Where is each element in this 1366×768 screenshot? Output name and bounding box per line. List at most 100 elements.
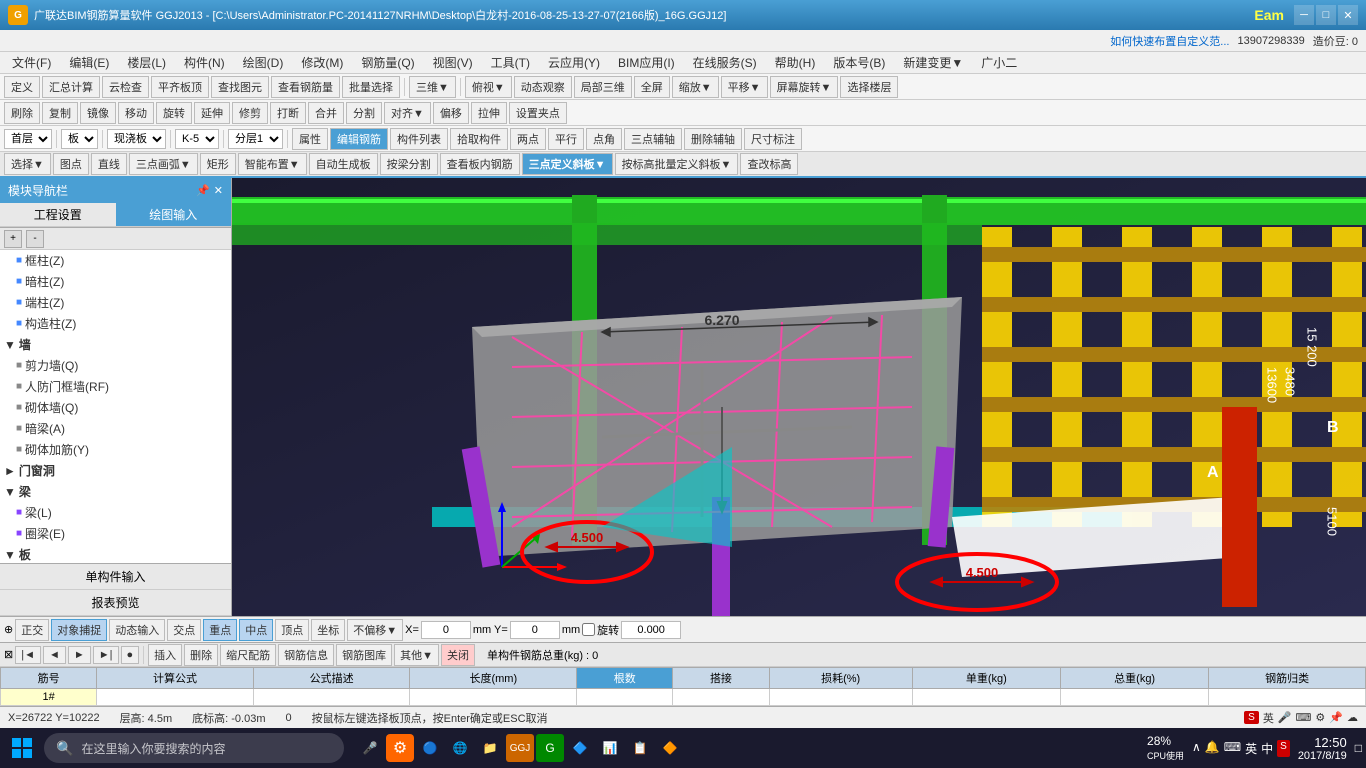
toolbar4-btn-10[interactable]: 按标高批量定义斜板▼ — [615, 153, 739, 175]
taskbar-edge[interactable]: 🌐 — [446, 734, 474, 762]
snap-btn-5[interactable]: 中点 — [239, 619, 273, 641]
taskbar-app5[interactable]: 📋 — [626, 734, 654, 762]
menu-item-工具t[interactable]: 工具(T) — [483, 52, 538, 73]
taskbar-app1[interactable]: ⚙ — [386, 734, 414, 762]
toolbar3-select-1[interactable]: 板 — [61, 129, 98, 149]
panel-pin[interactable]: 📌 — [196, 184, 210, 197]
toolbar3-select-2[interactable]: 现浇板 — [107, 129, 166, 149]
maximize-button[interactable]: □ — [1316, 5, 1336, 25]
toolbar3-btn-5[interactable]: 平行 — [548, 128, 584, 150]
toolbar2-btn-10[interactable]: 对齐▼ — [384, 102, 431, 124]
engineering-setup-button[interactable]: 工程设置 — [0, 203, 116, 227]
rebar-action-5[interactable]: 其他▼ — [394, 644, 439, 666]
rebar-action-4[interactable]: 钢筋图库 — [336, 644, 392, 666]
toolbar3-btn-7[interactable]: 三点辅轴 — [624, 128, 682, 150]
report-preview-button[interactable]: 报表预览 — [0, 590, 231, 616]
rebar-action-3[interactable]: 钢筋信息 — [278, 644, 334, 666]
toolbar1-btn-12[interactable]: 缩放▼ — [672, 76, 719, 98]
tree-item-11[interactable]: ▼梁 — [0, 481, 231, 502]
toolbar4-btn-5[interactable]: 智能布置▼ — [238, 153, 307, 175]
rotate-input[interactable] — [621, 621, 681, 639]
taskbar-search[interactable]: 🔍 在这里输入你要搜索的内容 — [44, 733, 344, 763]
rebar-row-0[interactable]: 1# — [1, 689, 1366, 706]
toolbar4-btn-9[interactable]: 三点定义斜板▼ — [522, 153, 613, 175]
toolbar4-btn-4[interactable]: 矩形 — [200, 153, 236, 175]
menu-item-编辑e[interactable]: 编辑(E) — [61, 52, 117, 73]
rebar-action-0[interactable]: 插入 — [148, 644, 182, 666]
toolbar1-btn-6[interactable]: 批量选择 — [342, 76, 400, 98]
taskbar-mic[interactable]: 🎤 — [356, 734, 384, 762]
toolbar1-btn-1[interactable]: 汇总计算 — [42, 76, 100, 98]
notification-center[interactable]: □ — [1355, 741, 1362, 755]
toolbar2-btn-8[interactable]: 合并 — [308, 102, 344, 124]
toolbar4-btn-2[interactable]: 直线 — [91, 153, 127, 175]
menu-item-构件n[interactable]: 构件(N) — [176, 52, 233, 73]
tree-item-3[interactable]: ■构造柱(Z) — [0, 313, 231, 334]
toolbar3-select-0[interactable]: 首层 — [4, 129, 52, 149]
snap-btn-0[interactable]: 正交 — [15, 619, 49, 641]
toolbar2-btn-4[interactable]: 旋转 — [156, 102, 192, 124]
tree-item-0[interactable]: ■框柱(Z) — [0, 250, 231, 271]
toolbar3-btn-2[interactable]: 构件列表 — [390, 128, 448, 150]
toolbar1-btn-5[interactable]: 查看钢筋量 — [271, 76, 340, 98]
menu-item-bim应用i[interactable]: BIM应用(I) — [610, 52, 683, 73]
toolbar1-btn-7[interactable]: 三维▼ — [409, 76, 456, 98]
toolbar3-btn-8[interactable]: 删除辅轴 — [684, 128, 742, 150]
rebar-action-6[interactable]: 关闭 — [441, 644, 475, 666]
snap-btn-6[interactable]: 顶点 — [275, 619, 309, 641]
taskbar-app6[interactable]: 🔶 — [656, 734, 684, 762]
rebar-action-2[interactable]: 缩尺配筋 — [220, 644, 276, 666]
toolbar2-btn-13[interactable]: 设置夹点 — [509, 102, 567, 124]
toolbar1-btn-0[interactable]: 定义 — [4, 76, 40, 98]
menu-item-版本号b[interactable]: 版本号(B) — [825, 52, 893, 73]
rebar-cell-0-5[interactable] — [673, 689, 769, 706]
toolbar2-btn-9[interactable]: 分割 — [346, 102, 382, 124]
toolbar4-btn-8[interactable]: 查看板内钢筋 — [440, 153, 520, 175]
toolbar1-btn-14[interactable]: 屏幕旋转▼ — [770, 76, 839, 98]
toolbar4-btn-11[interactable]: 查改标高 — [740, 153, 798, 175]
rebar-nav-2[interactable]: ► — [68, 646, 91, 664]
toolbar1-btn-10[interactable]: 局部三维 — [574, 76, 632, 98]
snap-btn-7[interactable]: 坐标 — [311, 619, 345, 641]
rebar-cell-0-7[interactable] — [912, 689, 1060, 706]
toolbar1-btn-8[interactable]: 俯视▼ — [465, 76, 512, 98]
toolbar2-btn-11[interactable]: 偏移 — [433, 102, 469, 124]
toolbar1-btn-11[interactable]: 全屏 — [634, 76, 670, 98]
rebar-cell-0-9[interactable] — [1209, 689, 1366, 706]
taskbar-app3[interactable]: 🔷 — [566, 734, 594, 762]
tree-item-4[interactable]: ▼墙 — [0, 334, 231, 355]
tree-item-9[interactable]: ■砌体加筋(Y) — [0, 439, 231, 460]
toolbar2-btn-12[interactable]: 拉伸 — [471, 102, 507, 124]
rebar-cell-0-8[interactable] — [1061, 689, 1209, 706]
toolbar1-btn-3[interactable]: 平齐板顶 — [151, 76, 209, 98]
toolbar4-btn-3[interactable]: 三点画弧▼ — [129, 153, 198, 175]
tree-item-8[interactable]: ■暗梁(A) — [0, 418, 231, 439]
toolbar2-btn-2[interactable]: 镜像 — [80, 102, 116, 124]
snap-btn-1[interactable]: 对象捕捉 — [51, 619, 107, 641]
rebar-cell-0-6[interactable] — [769, 689, 912, 706]
rebar-cell-0-3[interactable] — [410, 689, 577, 706]
single-element-input-button[interactable]: 单构件输入 — [0, 564, 231, 590]
toolbar1-btn-4[interactable]: 查找图元 — [211, 76, 269, 98]
rebar-nav-0[interactable]: |◄ — [15, 646, 41, 664]
toolbar3-btn-0[interactable]: 属性 — [292, 128, 328, 150]
toolbar1-btn-15[interactable]: 选择楼层 — [840, 76, 898, 98]
remove-button[interactable]: - — [26, 230, 44, 248]
toolbar3-btn-9[interactable]: 尺寸标注 — [744, 128, 802, 150]
taskbar-app2[interactable]: 🔵 — [416, 734, 444, 762]
tree-item-1[interactable]: ■暗柱(Z) — [0, 271, 231, 292]
toolbar1-btn-2[interactable]: 云检查 — [102, 76, 149, 98]
x-input[interactable] — [421, 621, 471, 639]
tree-item-5[interactable]: ■剪力墙(Q) — [0, 355, 231, 376]
rebar-cell-0-4[interactable] — [577, 689, 673, 706]
drawing-input-button[interactable]: 绘图输入 — [116, 203, 232, 227]
rebar-table-container[interactable]: 筋号计算公式公式描述长度(mm)根数搭接损耗(%)单重(kg)总重(kg)钢筋归… — [0, 667, 1366, 706]
toolbar2-btn-6[interactable]: 修剪 — [232, 102, 268, 124]
snap-btn-8[interactable]: 不偏移▼ — [347, 619, 403, 641]
toolbar2-btn-0[interactable]: 刷除 — [4, 102, 40, 124]
menu-item-文件f[interactable]: 文件(F) — [4, 52, 59, 73]
taskbar-folder[interactable]: 📁 — [476, 734, 504, 762]
toolbar4-btn-0[interactable]: 选择▼ — [4, 153, 51, 175]
menu-item-帮助h[interactable]: 帮助(H) — [767, 52, 824, 73]
toolbar1-btn-9[interactable]: 动态观察 — [514, 76, 572, 98]
